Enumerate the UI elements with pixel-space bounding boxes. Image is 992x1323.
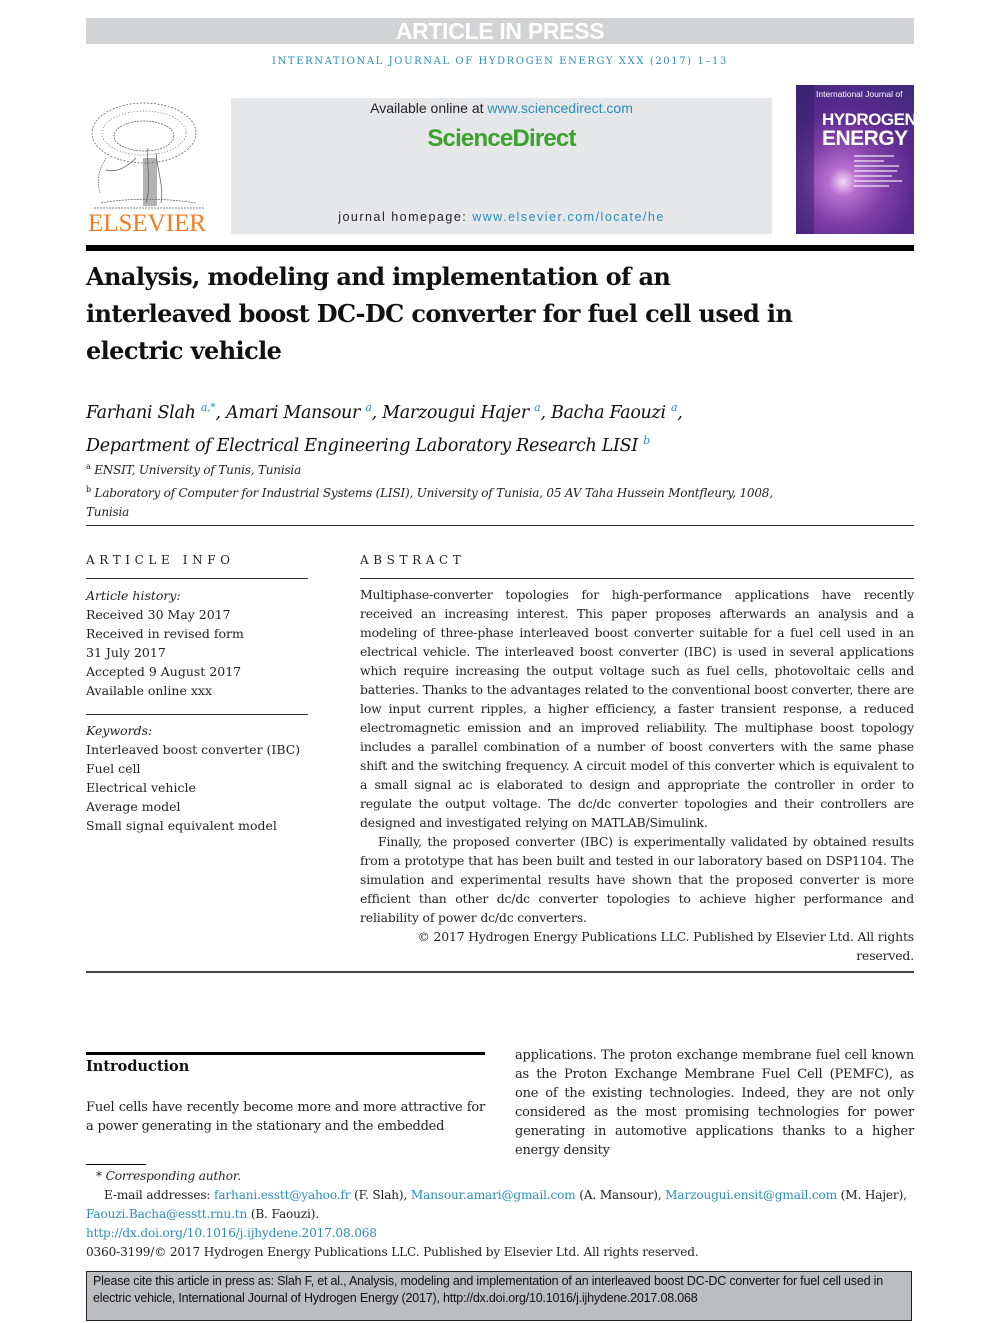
abstract-paragraph: Multiphase-converter topologies for high… <box>360 587 914 830</box>
email-addresses-cont: Faouzi.Bacha@esstt.rnu.tn (B. Faouzi). <box>86 1205 914 1224</box>
sciencedirect-banner: Available online at www.sciencedirect.co… <box>231 98 772 234</box>
cover-journal-prefix: International Journal of <box>816 89 903 99</box>
keyword-item: Interleaved boost converter (IBC) <box>86 742 301 757</box>
paper-title: Analysis, modeling and implementation of… <box>86 262 793 365</box>
history-item: Available online xxx <box>86 683 212 698</box>
keywords-label: Keywords: <box>86 723 153 738</box>
journal-homepage-link[interactable]: www.elsevier.com/locate/he <box>472 210 665 224</box>
cover-title-line2: ENERGY <box>822 127 908 150</box>
introduction-text-right: applications. The proton exchange membra… <box>515 1048 914 1158</box>
author-affiliation-ref[interactable]: a <box>534 401 541 414</box>
citation-box: Please cite this article in press as: Sl… <box>86 1271 912 1321</box>
elsevier-logo[interactable]: ELSEVIER <box>86 210 208 238</box>
abstract-divider <box>360 578 914 579</box>
footnotes: * Corresponding author. E-mail addresses… <box>86 1167 914 1262</box>
sciencedirect-link[interactable]: www.sciencedirect.com <box>487 100 633 116</box>
journal-homepage-text: journal homepage: www.elsevier.com/locat… <box>231 210 772 224</box>
keyword-item: Small signal equivalent model <box>86 818 277 833</box>
author-affiliation-ref[interactable]: a <box>365 401 372 414</box>
email-link[interactable]: farhani.esstt@yahoo.fr <box>214 1188 350 1202</box>
article-in-press-banner: ARTICLE IN PRESS <box>86 18 914 44</box>
author-name: Marzougui Hajer <box>382 403 529 423</box>
available-online-text: Available online at www.sciencedirect.co… <box>231 100 772 116</box>
abstract-body: Multiphase-converter topologies for high… <box>360 585 914 965</box>
cover-title: HYDROGEN ENERGY <box>822 111 914 149</box>
section-divider <box>86 971 914 973</box>
affiliation-text: ENSIT, University of Tunis, Tunisia <box>94 463 302 477</box>
journal-running-header: INTERNATIONAL JOURNAL OF HYDROGEN ENERGY… <box>272 56 728 67</box>
cover-editor-list <box>854 155 904 190</box>
sciencedirect-logo[interactable]: ScienceDirect <box>231 125 772 153</box>
author-affiliation-ref[interactable]: a,* <box>201 401 216 414</box>
author-name: Amari Mansour <box>226 403 361 423</box>
author-name: Bacha Faouzi <box>550 403 666 423</box>
abstract-heading: ABSTRACT <box>360 553 466 567</box>
footnote-rule <box>86 1164 146 1165</box>
cover-title-line1: HYDROGEN <box>822 110 914 129</box>
available-online-label: Available online at <box>370 100 488 116</box>
corresponding-author-note: * Corresponding author. <box>96 1169 241 1183</box>
author-list: Farhani Slah a,*, Amari Mansour a, Marzo… <box>86 401 683 456</box>
introduction-rule <box>86 1052 485 1055</box>
email-link[interactable]: Faouzi.Bacha@esstt.rnu.tn <box>86 1207 247 1221</box>
article-history: Article history: Received 30 May 2017 Re… <box>86 586 308 700</box>
email-owner: (A. Mansour), <box>575 1188 666 1202</box>
article-info-divider <box>86 578 308 579</box>
affiliation-label: a <box>86 462 91 471</box>
keyword-item: Average model <box>86 799 181 814</box>
doi-link[interactable]: http://dx.doi.org/10.1016/j.ijhydene.201… <box>86 1226 377 1240</box>
keywords: Keywords: Interleaved boost converter (I… <box>86 721 308 835</box>
keyword-item: Fuel cell <box>86 761 141 776</box>
issn-copyright: 0360-3199/© 2017 Hydrogen Energy Publica… <box>86 1245 699 1259</box>
email-addresses: E-mail addresses: farhani.esstt@yahoo.fr… <box>86 1186 914 1205</box>
email-label: E-mail addresses: <box>104 1188 215 1202</box>
keyword-item: Electrical vehicle <box>86 780 196 795</box>
email-owner: (M. Hajer), <box>836 1188 907 1202</box>
history-item: Received in revised form <box>86 626 244 641</box>
introduction-text-left: Fuel cells have recently become more and… <box>86 1100 485 1134</box>
introduction-heading: Introduction <box>86 1058 190 1075</box>
history-item: Received 30 May 2017 <box>86 607 231 622</box>
header-divider <box>86 245 914 251</box>
article-history-label: Article history: <box>86 588 181 603</box>
journal-cover-image[interactable]: International Journal of HYDROGEN ENERGY <box>796 85 914 234</box>
journal-homepage-label: journal homepage: <box>338 210 473 224</box>
author-name: Department of Electrical Engineering Lab… <box>86 436 638 456</box>
email-owner: (F. Slah), <box>350 1188 411 1202</box>
affiliation-text: Laboratory of Computer for Industrial Sy… <box>86 486 773 519</box>
affiliation-label: b <box>86 485 91 494</box>
affiliations: a ENSIT, University of Tunis, Tunisia b … <box>86 457 806 522</box>
email-link[interactable]: Marzougui.ensit@gmail.com <box>665 1188 837 1202</box>
author-name: Farhani Slah <box>86 403 196 423</box>
abstract-copyright: © 2017 Hydrogen Energy Publications LLC.… <box>417 929 914 963</box>
cover-side-band <box>796 85 814 234</box>
author-affiliation-ref[interactable]: a <box>671 401 678 414</box>
author-affiliation-ref[interactable]: b <box>643 434 650 447</box>
keywords-divider <box>86 714 308 715</box>
affiliation-item: b Laboratory of Computer for Industrial … <box>86 480 806 522</box>
email-owner: (B. Faouzi). <box>247 1207 319 1221</box>
history-item: Accepted 9 August 2017 <box>86 664 242 679</box>
article-info-heading: ARTICLE INFO <box>86 553 235 567</box>
affiliation-item: a ENSIT, University of Tunis, Tunisia <box>86 457 806 480</box>
abstract-paragraph: Finally, the proposed converter (IBC) is… <box>360 834 914 925</box>
email-link[interactable]: Mansour.amari@gmail.com <box>411 1188 576 1202</box>
history-item: 31 July 2017 <box>86 645 166 660</box>
section-divider <box>86 525 914 526</box>
